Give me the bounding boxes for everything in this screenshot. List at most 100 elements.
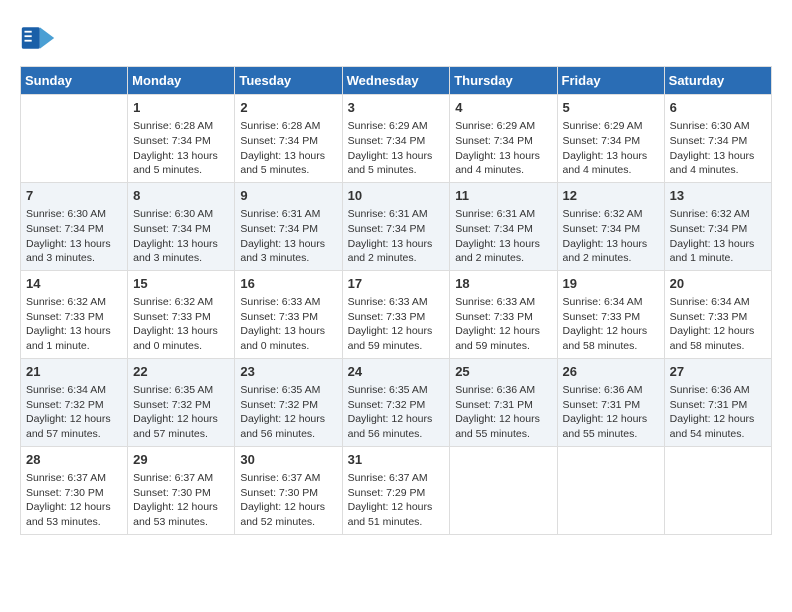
cell-info: Sunset: 7:34 PM [563,222,659,237]
cell-info: and 58 minutes. [563,339,659,354]
cell-info: Daylight: 13 hours [670,237,766,252]
cell-info: Daylight: 12 hours [563,412,659,427]
cell-info: Sunrise: 6:31 AM [240,207,336,222]
cell-info: Daylight: 13 hours [240,324,336,339]
calendar-cell: 8Sunrise: 6:30 AMSunset: 7:34 PMDaylight… [128,182,235,270]
cell-info: Daylight: 12 hours [348,412,445,427]
cell-info: and 5 minutes. [133,163,229,178]
cell-info: and 1 minute. [670,251,766,266]
day-number: 22 [133,363,229,381]
cell-info: Sunrise: 6:32 AM [563,207,659,222]
cell-info: Daylight: 13 hours [133,324,229,339]
day-number: 18 [455,275,551,293]
cell-info: Sunset: 7:33 PM [670,310,766,325]
cell-info: Sunrise: 6:31 AM [348,207,445,222]
cell-info: and 51 minutes. [348,515,445,530]
logo [20,20,60,56]
cell-info: Daylight: 12 hours [563,324,659,339]
cell-info: Daylight: 13 hours [26,237,122,252]
cell-info: Sunrise: 6:33 AM [455,295,551,310]
cell-info: and 2 minutes. [455,251,551,266]
cell-info: Sunrise: 6:30 AM [26,207,122,222]
cell-info: Sunset: 7:33 PM [563,310,659,325]
cell-info: Daylight: 12 hours [133,412,229,427]
cell-info: Daylight: 13 hours [26,324,122,339]
day-number: 2 [240,99,336,117]
cell-info: Daylight: 12 hours [348,324,445,339]
day-number: 15 [133,275,229,293]
day-number: 30 [240,451,336,469]
cell-info: Sunset: 7:34 PM [240,222,336,237]
cell-info: Daylight: 13 hours [670,149,766,164]
logo-icon [20,20,56,56]
cell-info: Sunrise: 6:28 AM [240,119,336,134]
cell-info: and 57 minutes. [133,427,229,442]
day-number: 24 [348,363,445,381]
day-number: 25 [455,363,551,381]
cell-info: Sunrise: 6:35 AM [240,383,336,398]
header-row: SundayMondayTuesdayWednesdayThursdayFrid… [21,67,772,95]
cell-info: Daylight: 13 hours [563,149,659,164]
calendar-cell [450,446,557,534]
cell-info: Sunrise: 6:32 AM [670,207,766,222]
calendar-cell: 25Sunrise: 6:36 AMSunset: 7:31 PMDayligh… [450,358,557,446]
cell-info: and 0 minutes. [133,339,229,354]
cell-info: and 5 minutes. [348,163,445,178]
cell-info: and 56 minutes. [348,427,445,442]
calendar-cell: 21Sunrise: 6:34 AMSunset: 7:32 PMDayligh… [21,358,128,446]
calendar-cell: 24Sunrise: 6:35 AMSunset: 7:32 PMDayligh… [342,358,450,446]
calendar-cell: 1Sunrise: 6:28 AMSunset: 7:34 PMDaylight… [128,95,235,183]
day-number: 16 [240,275,336,293]
day-number: 6 [670,99,766,117]
cell-info: and 4 minutes. [563,163,659,178]
cell-info: and 0 minutes. [240,339,336,354]
cell-info: Sunrise: 6:31 AM [455,207,551,222]
calendar-cell: 5Sunrise: 6:29 AMSunset: 7:34 PMDaylight… [557,95,664,183]
cell-info: Daylight: 13 hours [240,149,336,164]
cell-info: and 53 minutes. [133,515,229,530]
day-number: 13 [670,187,766,205]
cell-info: Daylight: 12 hours [670,324,766,339]
cell-info: and 3 minutes. [240,251,336,266]
cell-info: Daylight: 13 hours [348,149,445,164]
cell-info: and 2 minutes. [348,251,445,266]
cell-info: Sunrise: 6:35 AM [348,383,445,398]
calendar-cell: 19Sunrise: 6:34 AMSunset: 7:33 PMDayligh… [557,270,664,358]
calendar-cell: 12Sunrise: 6:32 AMSunset: 7:34 PMDayligh… [557,182,664,270]
calendar-cell: 17Sunrise: 6:33 AMSunset: 7:33 PMDayligh… [342,270,450,358]
cell-info: and 58 minutes. [670,339,766,354]
cell-info: Sunset: 7:29 PM [348,486,445,501]
cell-info: and 56 minutes. [240,427,336,442]
cell-info: Daylight: 12 hours [348,500,445,515]
cell-info: Daylight: 12 hours [455,412,551,427]
calendar-cell: 22Sunrise: 6:35 AMSunset: 7:32 PMDayligh… [128,358,235,446]
day-number: 19 [563,275,659,293]
day-number: 29 [133,451,229,469]
calendar-body: 1Sunrise: 6:28 AMSunset: 7:34 PMDaylight… [21,95,772,535]
day-number: 31 [348,451,445,469]
cell-info: Sunset: 7:34 PM [26,222,122,237]
cell-info: and 55 minutes. [455,427,551,442]
calendar-cell: 14Sunrise: 6:32 AMSunset: 7:33 PMDayligh… [21,270,128,358]
day-number: 3 [348,99,445,117]
cell-info: Sunset: 7:31 PM [563,398,659,413]
calendar-cell: 29Sunrise: 6:37 AMSunset: 7:30 PMDayligh… [128,446,235,534]
calendar-cell: 26Sunrise: 6:36 AMSunset: 7:31 PMDayligh… [557,358,664,446]
cell-info: Sunrise: 6:37 AM [26,471,122,486]
cell-info: Daylight: 13 hours [133,237,229,252]
cell-info: Daylight: 12 hours [240,412,336,427]
cell-info: Sunrise: 6:34 AM [26,383,122,398]
weekday-header: Tuesday [235,67,342,95]
calendar-cell: 6Sunrise: 6:30 AMSunset: 7:34 PMDaylight… [664,95,771,183]
calendar-cell: 10Sunrise: 6:31 AMSunset: 7:34 PMDayligh… [342,182,450,270]
cell-info: and 4 minutes. [455,163,551,178]
day-number: 1 [133,99,229,117]
cell-info: and 3 minutes. [26,251,122,266]
calendar-cell: 9Sunrise: 6:31 AMSunset: 7:34 PMDaylight… [235,182,342,270]
calendar-week-row: 14Sunrise: 6:32 AMSunset: 7:33 PMDayligh… [21,270,772,358]
cell-info: Daylight: 13 hours [455,237,551,252]
cell-info: Daylight: 12 hours [670,412,766,427]
weekday-header: Saturday [664,67,771,95]
cell-info: Sunset: 7:34 PM [670,222,766,237]
cell-info: Daylight: 13 hours [240,237,336,252]
